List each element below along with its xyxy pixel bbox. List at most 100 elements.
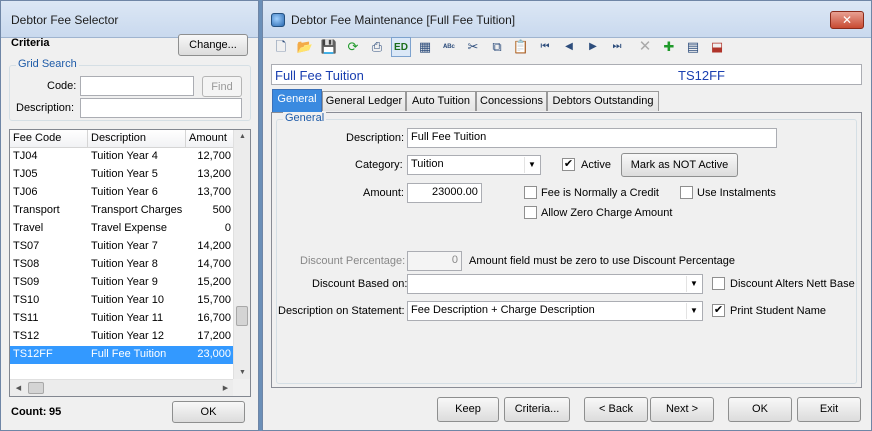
grid-horizontal-scrollbar[interactable]: ◀ ▶ xyxy=(10,379,234,396)
discount-based-on-select[interactable]: ▼ xyxy=(407,274,703,294)
debtor-fee-selector-window: Debtor Fee Selector Criteria Change... G… xyxy=(0,0,259,431)
selector-titlebar[interactable]: Debtor Fee Selector xyxy=(1,1,258,38)
change-criteria-button[interactable]: Change... xyxy=(178,34,248,56)
description-input[interactable]: Full Fee Tuition xyxy=(407,128,777,148)
description-on-statement-value: Fee Description + Charge Description xyxy=(411,304,595,316)
table-row[interactable]: Transport Transport Charges 500 xyxy=(10,202,234,220)
discount-alters-checkbox[interactable] xyxy=(712,277,725,290)
table-row[interactable]: TJ05 Tuition Year 5 13,200 xyxy=(10,166,234,184)
edit-mode-icon[interactable]: ED xyxy=(391,37,411,57)
discount-alters-label: Discount Alters Nett Base xyxy=(730,278,855,290)
copy-icon[interactable]: ⧉ xyxy=(487,37,507,57)
report-icon[interactable]: ▤ xyxy=(683,37,703,57)
description-cell: Transport Charges xyxy=(91,204,183,216)
paste-icon[interactable]: 📋 xyxy=(511,37,531,57)
allow-zero-checkbox[interactable] xyxy=(524,206,537,219)
column-header-fee-code[interactable]: Fee Code xyxy=(10,130,88,148)
scroll-corner xyxy=(233,379,250,396)
description-cell: Tuition Year 12 xyxy=(91,330,164,342)
selector-ok-button[interactable]: OK xyxy=(172,401,245,423)
tab-debtors-outstanding[interactable]: Debtors Outstanding xyxy=(547,91,659,111)
table-row[interactable]: TS10 Tuition Year 10 15,700 xyxy=(10,292,234,310)
amount-cell: 17,200 xyxy=(197,330,231,342)
fee-code-cell: Travel xyxy=(13,222,44,234)
last-record-icon[interactable]: ⏭ xyxy=(607,37,627,57)
description-cell: Tuition Year 5 xyxy=(91,168,158,180)
tab-concessions[interactable]: Concessions xyxy=(476,91,547,111)
chevron-down-icon[interactable]: ▼ xyxy=(686,303,701,319)
code-search-input[interactable] xyxy=(80,76,194,96)
vertical-scroll-thumb[interactable] xyxy=(236,306,248,326)
table-row[interactable]: TS07 Tuition Year 7 14,200 xyxy=(10,238,234,256)
use-instalments-checkbox[interactable] xyxy=(680,186,693,199)
horizontal-scroll-thumb[interactable] xyxy=(28,382,44,394)
maintenance-titlebar[interactable]: Debtor Fee Maintenance [Full Fee Tuition… xyxy=(263,1,871,38)
category-select[interactable]: Tuition ▼ xyxy=(407,155,541,175)
column-header-amount[interactable]: Amount xyxy=(186,130,234,148)
mark-not-active-button[interactable]: Mark as NOT Active xyxy=(621,153,738,177)
exit-button[interactable]: Exit xyxy=(797,397,861,422)
print-icon[interactable]: ⎙ xyxy=(367,37,387,57)
delete-icon[interactable]: ✕ xyxy=(635,37,655,57)
count-label: Count: xyxy=(11,406,47,418)
print-student-name-checkbox[interactable]: ✔ xyxy=(712,304,725,317)
scroll-left-icon[interactable]: ◀ xyxy=(10,384,27,392)
amount-input[interactable]: 23000.00 xyxy=(407,183,482,203)
spell-check-icon[interactable]: ᴬᴮᶜ xyxy=(439,37,459,57)
discount-percentage-input[interactable]: 0 xyxy=(407,251,462,271)
table-row[interactable]: TS12FF Full Fee Tuition 23,000 xyxy=(10,346,234,364)
first-record-icon[interactable]: ⏮ xyxy=(535,37,555,57)
table-row[interactable]: Travel Travel Expense 0 xyxy=(10,220,234,238)
description-cell: Tuition Year 4 xyxy=(91,150,158,162)
find-button[interactable]: Find xyxy=(202,76,242,97)
selector-title: Debtor Fee Selector xyxy=(11,13,119,27)
tab-auto-tuition[interactable]: Auto Tuition xyxy=(406,91,476,111)
description-on-statement-label: Description on Statement: xyxy=(278,305,405,317)
fee-code-cell: TS09 xyxy=(13,276,40,288)
table-row[interactable]: TS09 Tuition Year 9 15,200 xyxy=(10,274,234,292)
table-row[interactable]: TJ06 Tuition Year 6 13,700 xyxy=(10,184,234,202)
close-icon[interactable]: ✕ xyxy=(830,11,864,29)
refresh-icon[interactable]: ⟳ xyxy=(343,37,363,57)
maintenance-ok-button[interactable]: OK xyxy=(728,397,792,422)
amount-cell: 15,700 xyxy=(197,294,231,306)
description-cell: Tuition Year 9 xyxy=(91,276,158,288)
description-search-input[interactable] xyxy=(80,98,242,118)
amount-cell: 13,700 xyxy=(197,186,231,198)
chevron-down-icon[interactable]: ▼ xyxy=(524,157,539,173)
table-row[interactable]: TJ04 Tuition Year 4 12,700 xyxy=(10,148,234,166)
amount-cell: 12,700 xyxy=(197,150,231,162)
app-icon xyxy=(271,13,285,27)
add-record-icon[interactable]: ✚ xyxy=(659,37,679,57)
cut-icon[interactable]: ✂ xyxy=(463,37,483,57)
chevron-down-icon[interactable]: ▼ xyxy=(686,276,701,292)
criteria-button[interactable]: Criteria... xyxy=(504,397,570,422)
description-on-statement-select[interactable]: Fee Description + Charge Description ▼ xyxy=(407,301,703,321)
scroll-right-icon[interactable]: ▶ xyxy=(217,384,234,392)
fee-normally-credit-checkbox[interactable] xyxy=(524,186,537,199)
save-icon[interactable]: 💾 xyxy=(319,37,339,57)
category-value: Tuition xyxy=(411,158,444,170)
grid-vertical-scrollbar[interactable]: ▲ ▼ xyxy=(233,130,250,379)
export-icon[interactable]: ⬓ xyxy=(707,37,727,57)
column-header-description[interactable]: Description xyxy=(88,130,186,148)
keep-button[interactable]: Keep xyxy=(437,397,499,422)
active-checkbox[interactable]: ✔ xyxy=(562,158,575,171)
new-document-icon[interactable]: 🗋 xyxy=(271,37,291,57)
table-row[interactable]: TS08 Tuition Year 8 14,700 xyxy=(10,256,234,274)
next-button[interactable]: Next > xyxy=(650,397,714,422)
fee-normally-credit-label: Fee is Normally a Credit xyxy=(541,187,659,199)
fee-code-cell: TJ06 xyxy=(13,186,38,198)
previous-record-icon[interactable]: ◀ xyxy=(559,37,579,57)
calculator-icon[interactable]: ▦ xyxy=(415,37,435,57)
open-folder-icon[interactable]: 📂 xyxy=(295,37,315,57)
table-row[interactable]: TS12 Tuition Year 12 17,200 xyxy=(10,328,234,346)
tab-general[interactable]: General xyxy=(272,89,322,113)
scroll-down-icon[interactable]: ▼ xyxy=(234,369,250,376)
tab-general-ledger[interactable]: General Ledger xyxy=(322,91,406,111)
next-record-icon[interactable]: ▶ xyxy=(583,37,603,57)
table-row[interactable]: TS11 Tuition Year 11 16,700 xyxy=(10,310,234,328)
back-button[interactable]: < Back xyxy=(584,397,648,422)
active-label: Active xyxy=(581,159,611,171)
scroll-up-icon[interactable]: ▲ xyxy=(234,133,250,140)
